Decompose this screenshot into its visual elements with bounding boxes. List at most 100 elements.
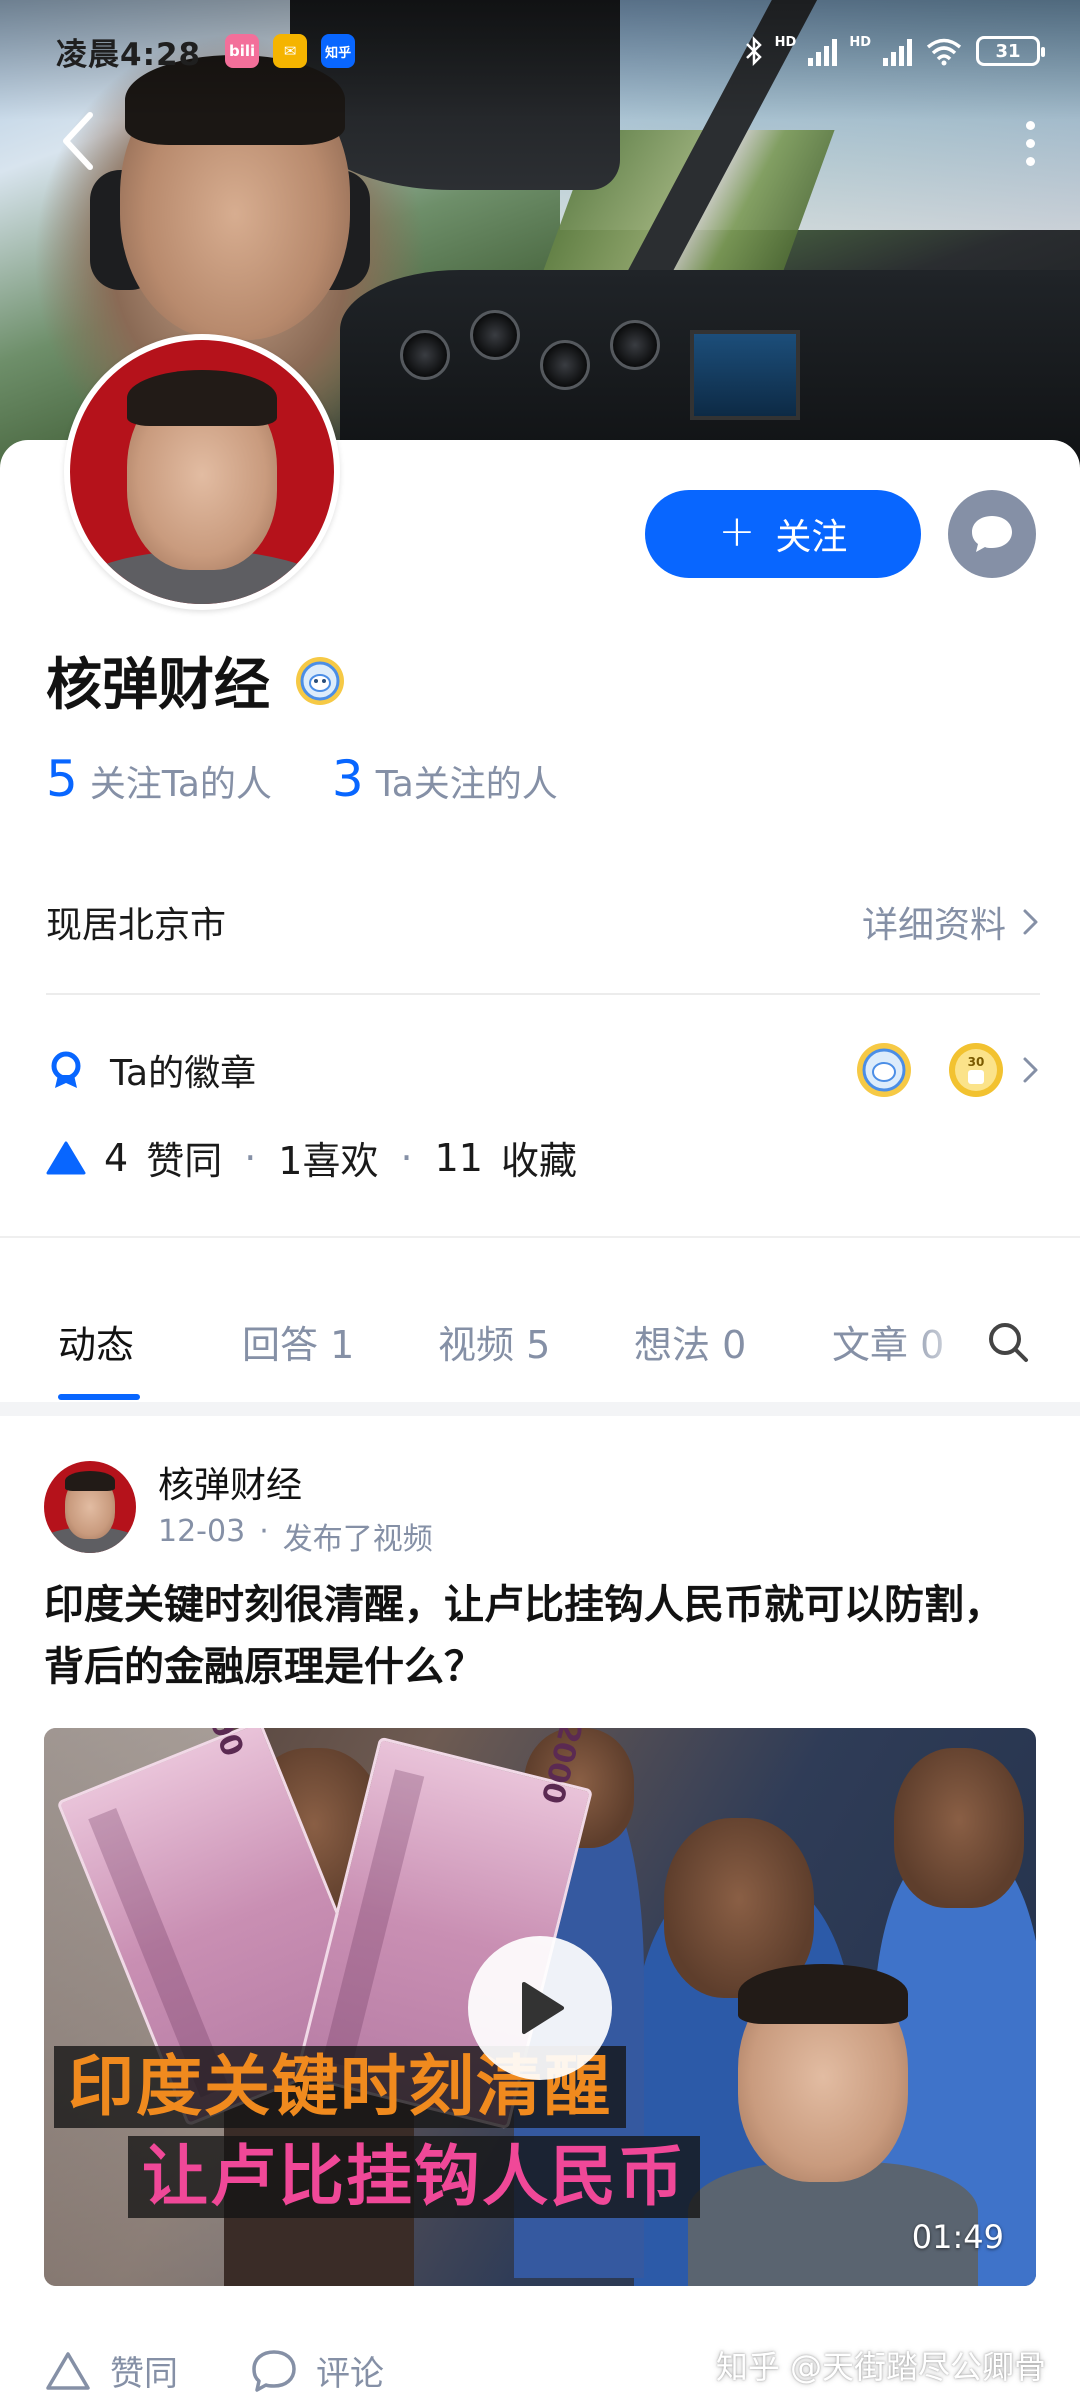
cover-avionics-screen	[690, 330, 800, 420]
follow-button-label: 关注	[775, 517, 848, 558]
location-row[interactable]: 现居北京市 详细资料	[46, 896, 1040, 948]
cover-gauge	[610, 320, 660, 370]
video-duration: 01:49	[911, 2218, 1004, 2256]
signal-strength-icon	[883, 36, 912, 66]
detail-link[interactable]: 详细资料	[862, 896, 1040, 948]
verified-badge-icon[interactable]	[292, 653, 348, 709]
battery-level: 31	[995, 40, 1021, 62]
followers-stat[interactable]: 5 关注Ta的人	[46, 750, 272, 808]
collections-count: 11	[434, 1135, 483, 1180]
tab-activity[interactable]: 动态	[58, 1314, 134, 1369]
message-button[interactable]	[948, 490, 1036, 578]
following-stat[interactable]: 3 Ta关注的人	[332, 750, 558, 808]
badge-newbie-icon	[857, 1043, 911, 1097]
upvote-triangle-icon	[46, 1141, 86, 1174]
post-meta: 12-03 · 发布了视频	[158, 1514, 433, 1558]
upvote-button[interactable]: 赞同	[44, 2346, 178, 2395]
bluetooth-icon	[745, 36, 762, 66]
play-icon	[522, 1982, 564, 2034]
signal-strength-icon	[808, 36, 838, 66]
cover-gauge	[540, 340, 590, 390]
video-person	[894, 1748, 1024, 1908]
follow-stats: 5 关注Ta的人 3 Ta关注的人	[46, 750, 558, 808]
bilibili-app-icon: bili	[225, 34, 260, 68]
avatar-hair	[127, 370, 277, 426]
more-dot-icon	[1025, 156, 1035, 166]
collections-label: 收藏	[500, 1139, 577, 1183]
search-icon	[989, 1323, 1028, 1362]
badge-30-days-icon: 30	[949, 1043, 1003, 1097]
post-action: 发布了视频	[282, 1522, 433, 1557]
chat-bubble-icon	[972, 516, 1012, 552]
comment-bubble-icon	[252, 2349, 296, 2392]
post-author-row[interactable]: 核弹财经 12-03 · 发布了视频	[44, 1456, 433, 1558]
comment-button[interactable]: 评论	[250, 2346, 384, 2395]
video-caption-line2: 让卢比挂钩人民币	[128, 2136, 700, 2218]
profile-name: 核弹财经	[46, 653, 270, 718]
back-button[interactable]	[48, 106, 108, 176]
dot-separator: ·	[400, 1135, 413, 1180]
cover-gauge	[470, 310, 520, 360]
svg-text:30: 30	[968, 1055, 985, 1069]
presenter-hair	[738, 1964, 908, 2024]
dot-separator: ·	[259, 1514, 269, 1549]
status-bar: 凌晨4:28 bili ✉ 知乎 HD HD 31	[56, 28, 1045, 74]
follow-button[interactable]: + 关注	[645, 490, 921, 578]
avatar-hair	[65, 1471, 115, 1491]
badges-list[interactable]: 30	[854, 1040, 1040, 1100]
dot-separator: ·	[244, 1135, 257, 1180]
activity-feed: 核弹财经 12-03 · 发布了视频 印度关键时刻很清醒，让卢比挂钩人民币就可以…	[0, 1416, 1080, 2400]
back-arrow-icon	[63, 112, 93, 170]
battery-icon: 31	[976, 36, 1045, 66]
section-gap	[0, 1402, 1080, 1416]
cover-gauge	[400, 330, 450, 380]
following-count: 3	[331, 750, 364, 808]
plus-icon: +	[718, 506, 756, 557]
hd-label-icon: HD	[849, 35, 871, 50]
upvote-label: 赞同	[110, 2354, 178, 2394]
watermark-text: 知乎 @天街踏尽公卿骨	[715, 2348, 1046, 2386]
section-divider	[0, 1236, 1080, 1238]
tab-answers[interactable]: 回答 1	[242, 1314, 354, 1369]
profile-tabs: 动态 回答 1 视频 5 想法 0 文章 0	[0, 1270, 1080, 1400]
zhihu-app-icon: 知乎	[321, 34, 356, 68]
chevron-right-icon	[1023, 909, 1038, 935]
active-tab-indicator	[58, 1394, 140, 1400]
mail-app-icon: ✉	[273, 34, 308, 68]
more-dot-icon	[1025, 138, 1035, 148]
post-title[interactable]: 印度关键时刻很清醒，让卢比挂钩人民币就可以防割，背后的金融原理是什么？	[44, 1574, 1034, 1698]
likes-count: 4	[104, 1135, 129, 1180]
post-author-avatar[interactable]	[44, 1461, 136, 1553]
post-author-meta: 核弹财经 12-03 · 发布了视频	[158, 1456, 433, 1558]
badges-row[interactable]: Ta的徽章 30	[46, 1040, 1040, 1100]
play-button[interactable]	[468, 1936, 612, 2080]
profile-avatar[interactable]	[64, 334, 340, 610]
profile-name-row: 核弹财经	[46, 640, 348, 721]
video-thumbnail[interactable]: 2000 2000 印度关键时刻清醒 让卢比挂钩人民币 01:49	[44, 1728, 1036, 2286]
following-label: Ta关注的人	[375, 764, 558, 805]
chevron-right-icon	[1023, 1057, 1038, 1083]
detail-link-label: 详细资料	[861, 905, 1006, 946]
post-actions: 赞同 评论	[44, 2346, 384, 2395]
followers-count: 5	[46, 750, 78, 808]
status-time: 凌晨4:28	[56, 36, 202, 73]
more-dot-icon	[1025, 120, 1035, 130]
achievement-counts: 4 赞同 · 1喜欢 · 11 收藏	[46, 1130, 577, 1185]
tab-thoughts[interactable]: 想法 0	[634, 1314, 746, 1369]
post-date: 12-03	[158, 1514, 246, 1549]
more-options-button[interactable]	[1010, 108, 1050, 178]
profile-search-button[interactable]	[980, 1314, 1036, 1370]
favorites-text: 1喜欢	[278, 1139, 379, 1183]
post-author-name[interactable]: 核弹财经	[158, 1456, 433, 1508]
hd-label-icon: HD	[774, 35, 797, 50]
location-text: 现居北京市	[46, 905, 227, 946]
medal-icon	[51, 1051, 81, 1088]
divider	[46, 993, 1040, 995]
wifi-icon	[926, 38, 962, 66]
likes-label: 赞同	[146, 1139, 223, 1183]
badges-label: Ta的徽章	[110, 1053, 257, 1094]
tab-videos[interactable]: 视频 5	[438, 1314, 550, 1369]
followers-label: 关注Ta的人	[89, 764, 272, 805]
comment-label: 评论	[316, 2354, 384, 2394]
upvote-outline-icon	[46, 2351, 90, 2390]
